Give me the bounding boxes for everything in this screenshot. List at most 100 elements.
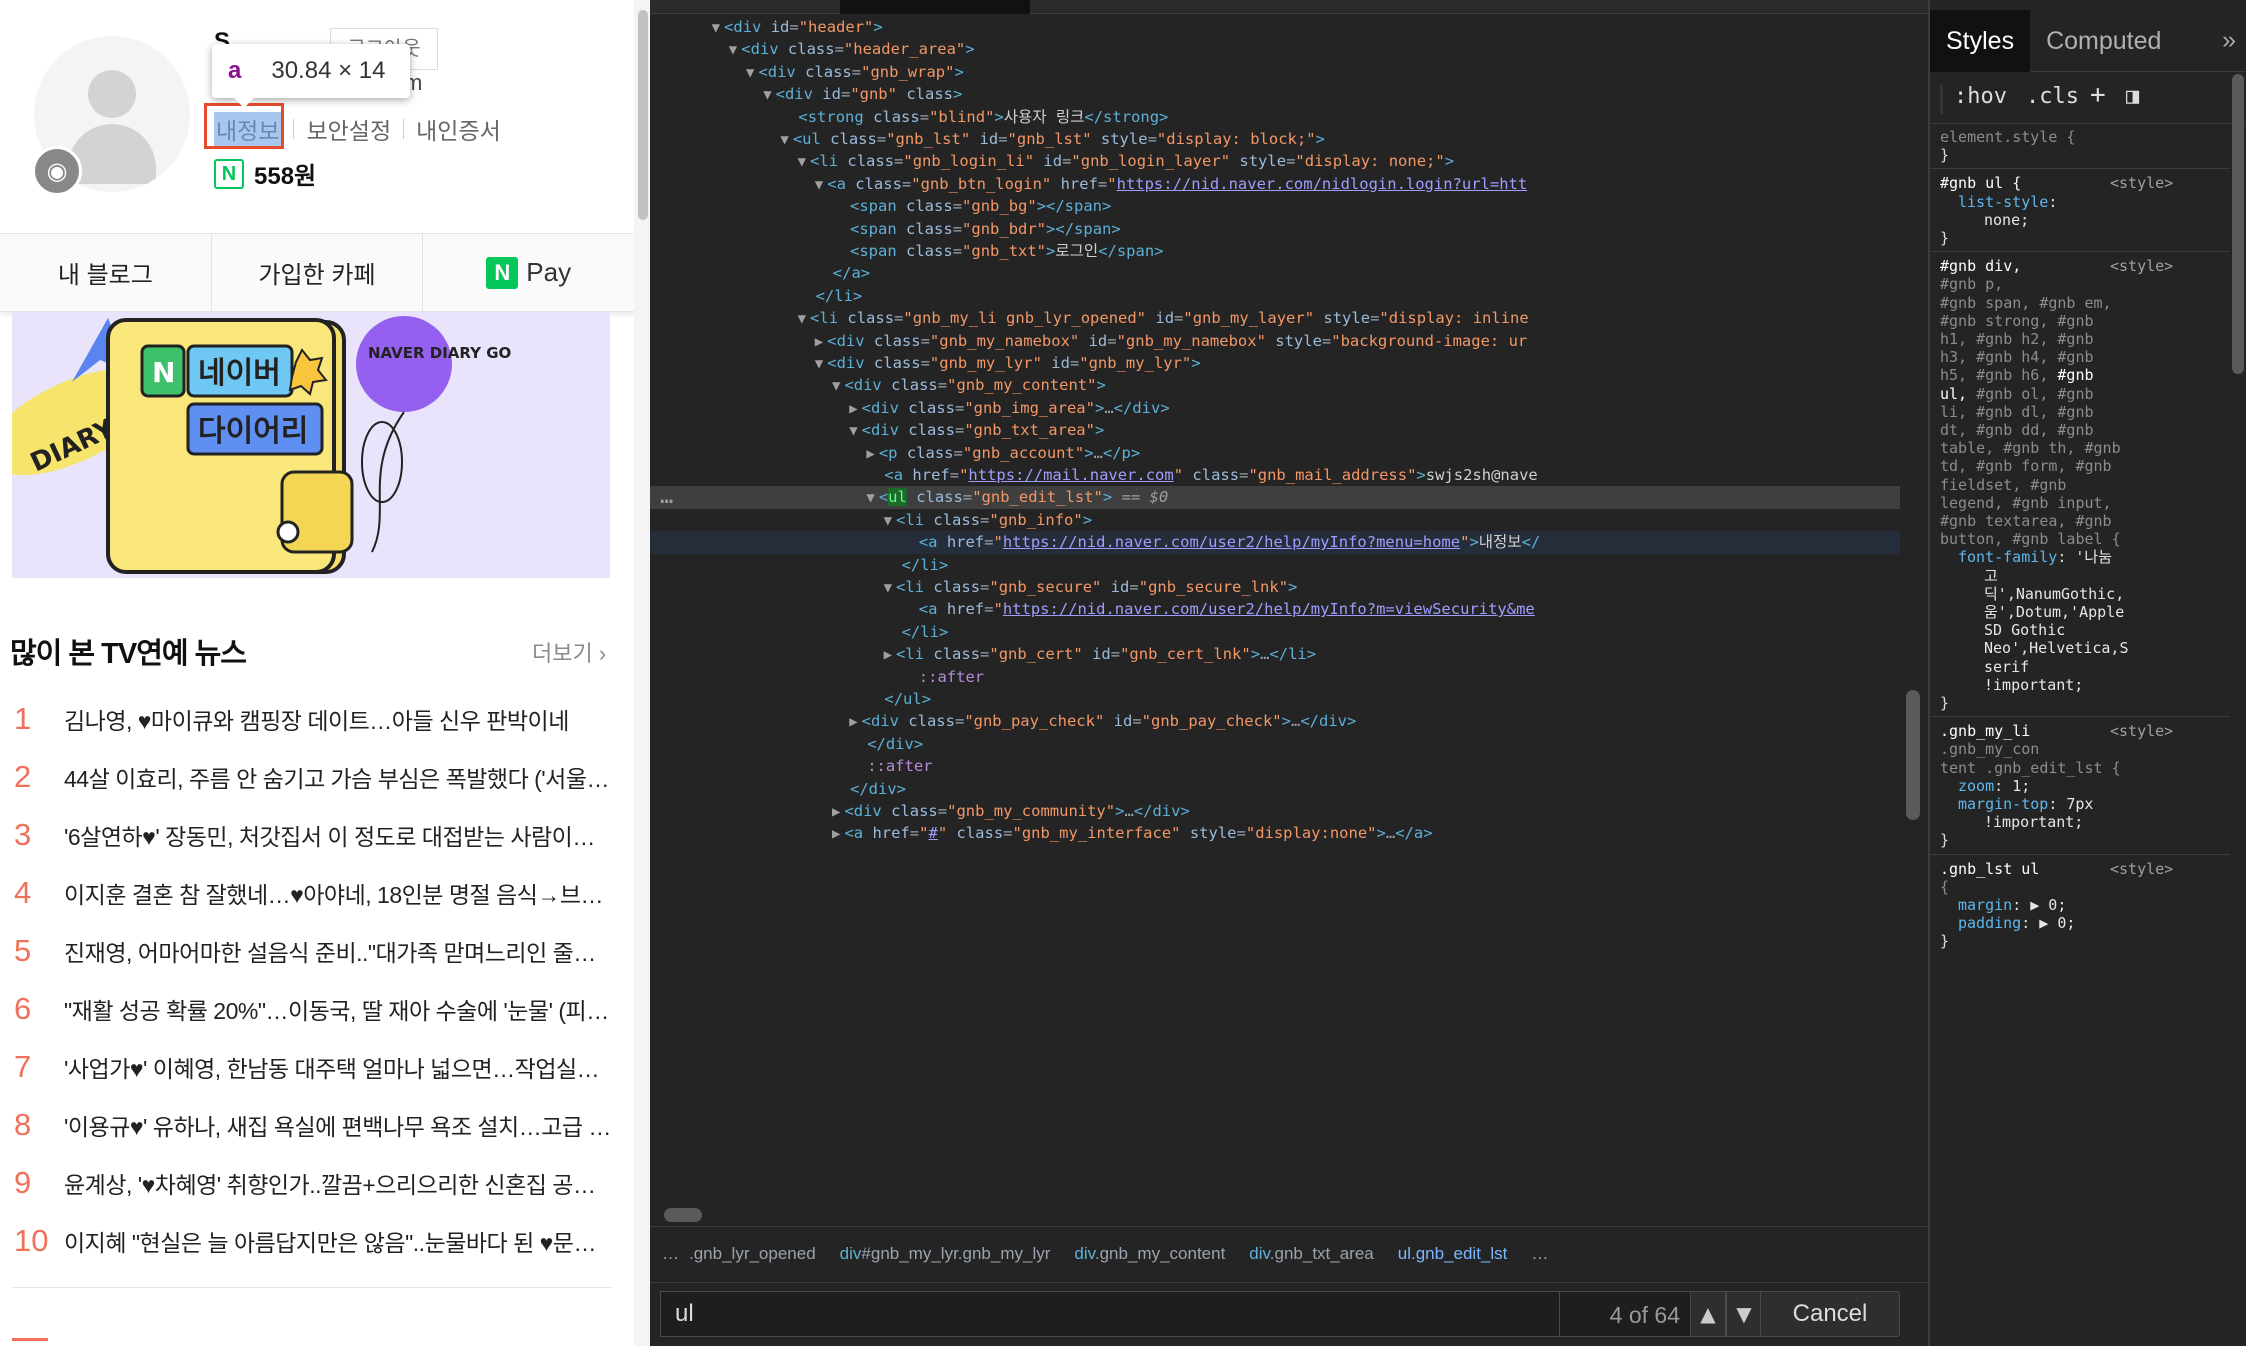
tab-joined-cafe[interactable]: 가입한 카페 (212, 234, 424, 311)
dom-node[interactable]: <a href="https://nid.naver.com/user2/hel… (650, 531, 1900, 554)
dom-node[interactable]: ::after (650, 755, 1900, 777)
dom-node[interactable]: ▼ <a class="gnb_btn_login" href="https://… (650, 173, 1900, 195)
dom-node[interactable]: ▼ <div class="gnb_wrap"> (650, 61, 1900, 83)
naver-points[interactable]: N 558원 (214, 156, 316, 191)
property-value-continued[interactable]: 고 (1984, 567, 1998, 585)
dom-node[interactable]: ▼ <li class="gnb_login_li" id="gnb_login_… (650, 150, 1900, 172)
property-value-continued[interactable]: 움',Dotum,'Apple (1984, 603, 2124, 621)
dom-node[interactable]: <a href="https://mail.naver.com" class="… (650, 464, 1900, 486)
tab-styles[interactable]: Styles (1930, 9, 2031, 72)
property-value-continued[interactable]: !important; (1984, 676, 2083, 694)
css-rules[interactable]: element.style {} <style> #gnb ul {list-sty… (1930, 126, 2230, 1346)
collapsed-triangle-icon[interactable]: ▶ (815, 334, 823, 350)
dom-node[interactable]: ▼ <li class="gnb_my_li gnb_lyr_opened" id… (650, 307, 1900, 329)
camera-icon[interactable]: ◉ (32, 146, 82, 196)
expanded-triangle-icon[interactable]: ▼ (815, 356, 823, 372)
search-next-button[interactable]: ▼ (1726, 1291, 1762, 1337)
property-value-continued[interactable]: !important; (1984, 813, 2083, 831)
property-name[interactable]: list-style (1958, 193, 2048, 211)
css-selector[interactable]: .gnb_lst ul (1940, 860, 2039, 878)
dom-node[interactable]: ▶ <li class="gnb_cert" id="gnb_cert_lnk">… (650, 643, 1900, 665)
property-name[interactable]: padding (1958, 914, 2021, 932)
rule-source-link[interactable]: <style> (2110, 860, 2173, 878)
collapsed-triangle-icon[interactable]: ▶ (849, 401, 857, 417)
dom-node[interactable]: </ul> (650, 688, 1900, 710)
hover-state-toggle[interactable]: :hov (1954, 84, 2007, 109)
css-property[interactable]: font-family: '나눔 (1958, 548, 2112, 566)
css-selector[interactable]: h1, #gnb h2, #gnb (1940, 330, 2094, 348)
expanded-triangle-icon[interactable]: ▼ (798, 154, 806, 170)
expanded-triangle-icon[interactable]: ▼ (866, 490, 874, 506)
css-selector[interactable]: #gnb textarea, #gnb (1940, 512, 2112, 530)
breadcrumb-overflow-left[interactable]: … (662, 1244, 679, 1264)
css-selector[interactable]: #gnb p, (1940, 275, 2003, 293)
css-selector[interactable]: #gnb strong, #gnb (1940, 312, 2094, 330)
css-selector[interactable]: li, #gnb dl, #gnb (1940, 403, 2094, 421)
dom-node[interactable]: ▶ <p class="gnb_account">…</p> (650, 442, 1900, 464)
breadcrumb-item[interactable]: div#gnb_my_lyr.gnb_my_lyr (840, 1244, 1051, 1264)
css-selector[interactable]: tent .gnb_edit_lst { (1940, 759, 2121, 777)
news-headline[interactable]: 이지훈 결혼 참 잘했네…♥아야네, 18인분 명절 음식→브… (64, 876, 612, 910)
styles-scrollbar[interactable] (2232, 74, 2244, 374)
css-selector[interactable]: table, #gnb th, #gnb (1940, 439, 2121, 457)
css-selector[interactable]: button, #gnb label { (1940, 530, 2121, 548)
css-property[interactable]: margin-top: 7px (1958, 795, 2093, 813)
collapsed-triangle-icon[interactable]: ▶ (849, 714, 857, 730)
property-name[interactable]: margin-top (1958, 795, 2048, 813)
news-item[interactable]: 3 '6살연하♥' 장동민, 처갓집서 이 정도로 대접받는 사람이… (14, 806, 614, 864)
news-item[interactable]: 8 '이용규♥' 유하나, 새집 욕실에 편백나무 욕조 설치…고급 … (14, 1096, 614, 1154)
dom-node[interactable]: ▼ <div class="header_area"> (650, 38, 1900, 60)
property-value[interactable]: 7px (2066, 795, 2093, 813)
dom-search-input[interactable]: ul (660, 1291, 1560, 1337)
dom-node[interactable]: ▶ <div class="gnb_my_community">…</div> (650, 800, 1900, 822)
css-selector[interactable]: legend, #gnb input, (1940, 494, 2112, 512)
dom-node[interactable]: <span class="gnb_txt">로그인</span> (650, 240, 1900, 262)
breadcrumb-overflow-right[interactable]: … (1531, 1244, 1548, 1264)
news-headline[interactable]: 이지혜 "현실은 늘 아름답지만은 않음"..눈물바다 된 ♥문… (64, 1224, 612, 1258)
dom-node[interactable]: <strong class="blind">사용자 링크</strong> (650, 106, 1900, 128)
css-selector[interactable]: h5, #gnb h6, #gnb (1940, 366, 2094, 384)
dom-node[interactable]: </div> (650, 778, 1900, 800)
dom-node[interactable]: ▼ <ul class="gnb_lst" id="gnb_lst" style=… (650, 128, 1900, 150)
add-rule-icon[interactable]: + (2090, 80, 2106, 110)
news-item[interactable]: 5 진재영, 어마어마한 설음식 준비.."대가족 맏며느리인 줄… (14, 922, 614, 980)
css-selector[interactable]: #gnb span, #gnb em, (1940, 294, 2112, 312)
filter-input[interactable] (1940, 84, 1943, 114)
expanded-triangle-icon[interactable]: ▼ (815, 177, 823, 193)
property-value-continued[interactable]: 딕',NanumGothic, (1984, 585, 2124, 603)
dom-node[interactable]: ▶ <a href="#" class="gnb_my_interface" st… (650, 822, 1900, 844)
security-settings-link[interactable]: 보안설정 (306, 112, 391, 146)
css-selector[interactable]: element.style { (1940, 128, 2075, 146)
active-panel-tab[interactable] (840, 0, 1030, 14)
news-headline[interactable]: 김나영, ♥마이큐와 캠핑장 데이트…아들 신우 판박이네 (64, 702, 612, 736)
collapsed-triangle-icon[interactable]: ▶ (832, 804, 840, 820)
dom-node[interactable]: </li> (650, 621, 1900, 643)
expanded-triangle-icon[interactable]: ▼ (884, 580, 892, 596)
property-value-continued[interactable]: none; (1984, 211, 2029, 229)
news-headline[interactable]: 44살 이효리, 주름 안 숨기고 가슴 부심은 폭발했다 ('서울… (64, 760, 612, 794)
diary-banner[interactable]: DIARY N 네이버 다이어리 NAVER DIARY GO (12, 312, 610, 578)
expanded-triangle-icon[interactable]: ▼ (729, 42, 737, 58)
expanded-triangle-icon[interactable]: ▼ (712, 20, 720, 36)
css-selector[interactable]: #gnb ul { (1940, 174, 2021, 192)
expanded-triangle-icon[interactable]: ▼ (884, 513, 892, 529)
news-headline[interactable]: "재활 성공 확률 20%"…이동국, 딸 재아 수술에 '눈물' (피… (64, 992, 612, 1026)
dom-vertical-scrollbar[interactable] (1906, 690, 1920, 820)
breadcrumb-item[interactable]: .gnb_lyr_opened (689, 1244, 816, 1264)
css-selector[interactable]: td, #gnb form, #gnb (1940, 457, 2112, 475)
collapsed-triangle-icon[interactable]: ▶ (884, 647, 892, 663)
css-property[interactable]: zoom: 1; (1958, 777, 2030, 795)
dom-node[interactable]: ▶ <div class="gnb_img_area">…</div> (650, 397, 1900, 419)
breadcrumb-item[interactable]: div.gnb_txt_area (1249, 1244, 1373, 1264)
class-toggle[interactable]: .cls (2026, 84, 2079, 109)
css-property[interactable]: margin: ▶ 0; (1958, 896, 2066, 914)
css-selector[interactable]: ul, #gnb ol, #gnb (1940, 385, 2094, 403)
breadcrumb-item[interactable]: div.gnb_my_content (1074, 1244, 1225, 1264)
dom-tree[interactable]: ▼ <div id="header"> ▼ <div class="header_ar… (650, 16, 1900, 1206)
news-headline[interactable]: '이용규♥' 유하나, 새집 욕실에 편백나무 욕조 설치…고급 … (64, 1108, 612, 1142)
page-scrollbar[interactable] (634, 0, 650, 1346)
node-actions-icon[interactable]: … (660, 485, 673, 508)
dom-node[interactable]: </li> (650, 554, 1900, 576)
expanded-triangle-icon[interactable]: ▼ (746, 65, 754, 81)
more-tabs-icon[interactable]: » (2222, 26, 2236, 55)
